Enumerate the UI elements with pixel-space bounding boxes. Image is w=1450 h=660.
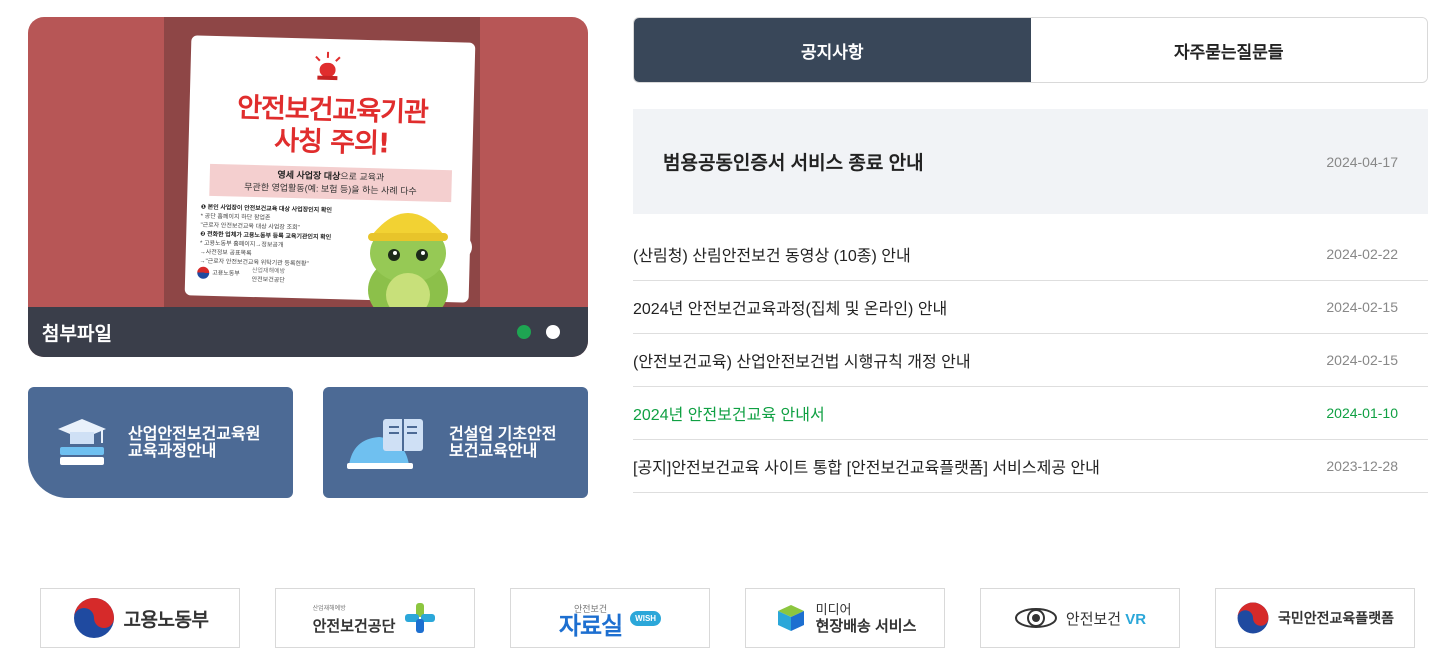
taeguk-icon	[197, 266, 210, 279]
notice-title: 2024년 안전보건교육과정(집체 및 온라인) 안내	[633, 301, 948, 318]
wish-badge: WISH	[630, 610, 662, 626]
notice-item[interactable]: (안전보건교육) 산업안전보건법 시행규칙 개정 안내 2024-02-15	[633, 334, 1428, 387]
partner-data-room[interactable]: 안전보건 자료실 WISH	[510, 588, 710, 648]
graduation-books-icon	[58, 418, 106, 465]
featured-notice-date: 2024-04-17	[1326, 153, 1398, 170]
siren-icon	[315, 51, 341, 81]
notice-title: (안전보건교육) 산업안전보건법 시행규칙 개정 안내	[633, 354, 971, 371]
taeguk-icon	[1237, 602, 1269, 634]
partner-moel[interactable]: 고용노동부	[40, 588, 240, 648]
quick-link-label: 건설업 기초안전 보건교육안내	[449, 425, 557, 460]
mascot-character-icon	[368, 213, 472, 324]
quick-link-label: 산업안전보건교육원 교육과정안내	[128, 425, 261, 460]
partner-name: 국민안전교육플랫폼	[1278, 610, 1394, 626]
slider-dot-2[interactable]	[546, 325, 560, 339]
notice-date: 2024-02-15	[1326, 299, 1398, 315]
partner-national-platform[interactable]: 국민안전교육플랫폼	[1215, 588, 1415, 648]
partner-text: 안전보건 VR	[1065, 610, 1147, 628]
taeguk-icon	[73, 598, 114, 638]
helmet-book-icon	[347, 418, 423, 469]
banner-slider[interactable]: 안전보건교육기관 사칭 주의! 영세 사업장 대상으로 교육과 무관한 영업활동…	[28, 17, 588, 357]
partner-text: 미디어 현장배송 서비스	[815, 602, 917, 635]
partner-safety-vr[interactable]: 안전보건 VR	[980, 588, 1180, 648]
partner-media-delivery[interactable]: 미디어 현장배송 서비스	[745, 588, 945, 648]
tab-notices[interactable]: 공지사항	[634, 18, 1031, 82]
partner-text: 산업재해예방 안전보건공단	[312, 606, 396, 635]
poster-logo-moel: 고용노동부	[197, 266, 240, 280]
poster-title: 안전보건교육기관 사칭 주의!	[236, 92, 429, 160]
board-tabs: 공지사항 자주묻는질문들	[633, 17, 1428, 83]
notice-item-highlighted[interactable]: 2024년 안전보건교육 안내서 2024-01-10	[633, 387, 1428, 440]
quick-link-construction-safety[interactable]: 건설업 기초안전 보건교육안내	[323, 387, 588, 498]
notice-date: 2024-02-15	[1326, 352, 1398, 368]
notice-title: 2024년 안전보건교육 안내서	[633, 407, 825, 424]
featured-notice[interactable]: 범용공동인증서 서비스 종료 안내 2024-04-17	[633, 109, 1428, 214]
notice-item[interactable]: 2024년 안전보건교육과정(집체 및 온라인) 안내 2024-02-15	[633, 281, 1428, 334]
slide-caption-text: 첨부파일	[42, 323, 112, 345]
kosha-cross-icon	[405, 603, 436, 633]
tab-faq[interactable]: 자주묻는질문들	[1030, 18, 1427, 82]
partner-kosha[interactable]: 산업재해예방 안전보건공단	[275, 588, 475, 648]
partner-text: 안전보건 자료실	[558, 604, 623, 640]
box-delivery-icon	[777, 605, 804, 631]
notice-date: 2023-12-28	[1326, 458, 1398, 474]
slider-caption: 첨부파일	[28, 307, 588, 357]
poster-logo-kosha: 산업재해예방 안전보건공단	[251, 267, 286, 284]
poster-logos: 고용노동부 산업재해예방 안전보건공단	[197, 264, 285, 284]
notice-date: 2024-02-22	[1326, 246, 1398, 262]
featured-notice-title: 범용공동인증서 서비스 종료 안내	[663, 153, 924, 174]
notice-title: [공지]안전보건교육 사이트 통합 [안전보건교육플랫폼] 서비스제공 안내	[633, 460, 1100, 477]
notice-list: (산림청) 산림안전보건 동영상 (10종) 안내 2024-02-22 202…	[633, 228, 1428, 493]
partner-name: 고용노동부	[123, 609, 209, 631]
notice-title: (산림청) 산림안전보건 동영상 (10종) 안내	[633, 248, 911, 265]
notice-date: 2024-01-10	[1326, 405, 1398, 421]
notice-item[interactable]: [공지]안전보건교육 사이트 통합 [안전보건교육플랫폼] 서비스제공 안내 2…	[633, 440, 1428, 493]
slider-dot-1[interactable]	[517, 325, 531, 339]
notice-item[interactable]: (산림청) 산림안전보건 동영상 (10종) 안내 2024-02-22	[633, 228, 1428, 281]
quick-link-education-course[interactable]: 산업안전보건교육원 교육과정안내	[28, 387, 293, 498]
vr-eye-icon	[1014, 608, 1057, 628]
